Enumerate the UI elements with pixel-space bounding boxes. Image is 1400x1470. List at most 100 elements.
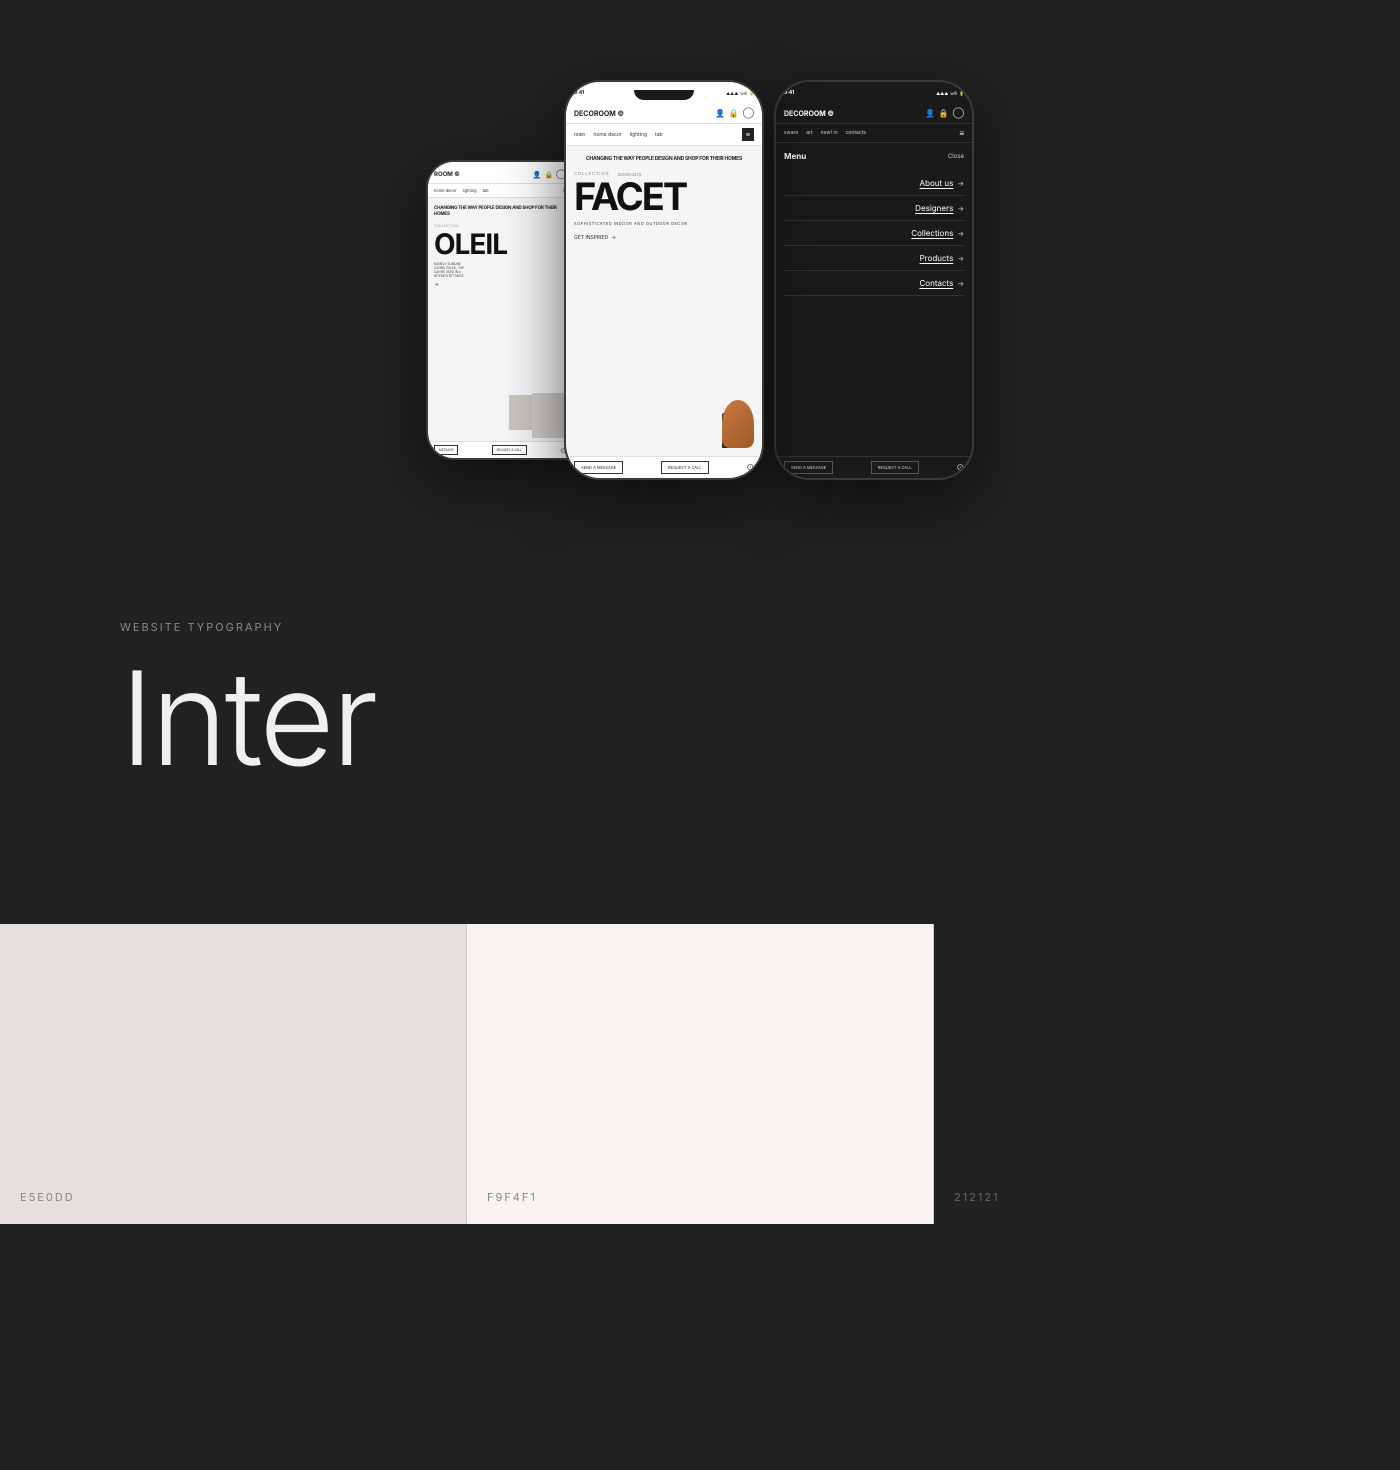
- phone-1-screen: ROOM © 👤 🔒 ◯ home decor lighting tab ≡: [428, 162, 572, 458]
- color-code-1: E5E0DD: [20, 1190, 75, 1204]
- phone-1-frame: ROOM © 👤 🔒 ◯ home decor lighting tab ≡: [426, 160, 574, 460]
- phones-section: ROOM © 👤 🔒 ◯ home decor lighting tab ≡: [0, 0, 1400, 540]
- p3-nav-contacts[interactable]: contacts: [846, 130, 866, 136]
- p2-sub-text: SOPHISTICATED INDOOR AND OUTDOOR DECOR: [574, 221, 754, 227]
- p3-contacts-arrow: →: [957, 279, 964, 288]
- p2-nav-home-decor[interactable]: home decor: [593, 132, 621, 138]
- p2-header-icons: 👤 🔒 ◯: [715, 108, 754, 118]
- color-code-3: 212121: [954, 1190, 1000, 1204]
- p2-footer: SEND A MESSAGE REQUEST A CALL ⊙: [566, 456, 762, 478]
- typography-section-label: WEBSITE TYPOGRAPHY: [120, 620, 1280, 634]
- p3-send-message-button[interactable]: SEND A MESSAGE: [784, 461, 833, 474]
- phone-3-screen: 9:41 ▲▲▲ wifi 🔋 DECOROOM © 👤 🔒 ◯: [776, 82, 972, 478]
- p1-product-img-1: [532, 393, 567, 438]
- p2-time: 9:41: [574, 90, 584, 96]
- p3-menu-item-products[interactable]: Products →: [784, 246, 964, 271]
- p2-share-icon[interactable]: ⊙: [746, 462, 754, 473]
- p3-status-icons: ▲▲▲ wifi 🔋: [936, 91, 964, 96]
- p1-header-icons: 👤 🔒 ◯: [533, 170, 566, 179]
- p3-header-icons: 👤 🔒 ◯: [925, 108, 964, 118]
- phone-1-wrapper: ROOM © 👤 🔒 ◯ home decor lighting tab ≡: [426, 160, 564, 480]
- p2-request-call-button[interactable]: REQUEST A CALL: [661, 461, 709, 474]
- p1-arrow[interactable]: →: [434, 282, 566, 288]
- p3-collections-arrow: →: [957, 229, 964, 238]
- p2-header: DECOROOM © 👤 🔒 ◯: [566, 98, 762, 124]
- p3-nav-new[interactable]: new! in: [821, 130, 838, 136]
- phone-2-notch: [634, 90, 694, 100]
- p2-hero-text: CHANGING THE WAY PEOPLE DESIGN AND SHOP …: [574, 156, 754, 163]
- p2-hamburger-icon[interactable]: ≡: [742, 128, 754, 141]
- p2-signal-icon: ▲▲▲: [726, 91, 738, 96]
- p3-battery-icon: 🔋: [959, 91, 964, 96]
- p3-nav-sware[interactable]: sware: [784, 130, 798, 136]
- p3-lock-icon: 🔒: [939, 108, 949, 118]
- p2-nav-main[interactable]: main: [574, 132, 585, 138]
- p1-header: ROOM © 👤 🔒 ◯: [428, 162, 572, 184]
- p2-hero: CHANGING THE WAY PEOPLE DESIGN AND SHOP …: [566, 146, 762, 247]
- p3-signal-icon: ▲▲▲: [936, 91, 948, 96]
- p1-nav-item-1[interactable]: home decor: [434, 188, 457, 193]
- p2-lock-icon: 🔒: [729, 108, 739, 118]
- p3-collections-label: Collections: [911, 228, 953, 238]
- p1-send-message-button[interactable]: MESSAGE: [434, 445, 458, 455]
- p3-designers-arrow: →: [957, 204, 964, 213]
- color-swatch-2: F9F4F1: [467, 924, 933, 1224]
- p1-desc: NAMELY SLIMLINELOVING SOLEIL, THECAN BE …: [434, 262, 566, 279]
- p3-request-call-button[interactable]: REQUEST A CALL: [871, 461, 919, 474]
- p2-send-message-button[interactable]: SEND A MESSAGE: [574, 461, 623, 474]
- p3-footer: SEND A MESSAGE REQUEST A CALL ⊙: [776, 456, 972, 478]
- color-code-2: F9F4F1: [487, 1190, 537, 1204]
- p3-user-icon: 👤: [925, 108, 935, 118]
- p2-user-icon: 👤: [715, 108, 725, 118]
- p3-menu-item-designers[interactable]: Designers →: [784, 196, 964, 221]
- p2-get-inspired-button[interactable]: GET INSPIRED →: [574, 235, 754, 241]
- p2-battery-icon: 🔋: [749, 91, 754, 96]
- p1-footer: MESSAGE REQUEST A CALL ⊙: [428, 441, 572, 458]
- p3-cart-icon: ◯: [953, 108, 964, 118]
- p1-user-icon: 👤: [533, 170, 542, 179]
- p1-collection-name: OLEIL: [434, 230, 566, 258]
- p3-products-arrow: →: [957, 254, 964, 263]
- p2-logo: DECOROOM ©: [574, 109, 624, 118]
- phone-3-wrapper: 9:41 ▲▲▲ wifi 🔋 DECOROOM © 👤 🔒 ◯: [764, 80, 974, 480]
- p3-menu-item-about[interactable]: About us →: [784, 171, 964, 196]
- p3-designers-label: Designers: [915, 203, 953, 213]
- color-swatch-1: E5E0DD: [0, 924, 466, 1224]
- p3-hamburger-icon[interactable]: ≡: [959, 128, 964, 138]
- p2-wifi-icon: wifi: [740, 91, 747, 96]
- p3-share-icon[interactable]: ⊙: [956, 462, 964, 473]
- p2-product-images: [684, 378, 754, 448]
- p3-nav-art[interactable]: art: [806, 130, 812, 136]
- p3-products-label: Products: [920, 253, 954, 263]
- p3-header: DECOROOM © 👤 🔒 ◯: [776, 98, 972, 124]
- p2-cart-icon: ◯: [743, 108, 754, 118]
- color-swatch-3: 212121: [934, 924, 1400, 1224]
- p2-status-icons: ▲▲▲ wifi 🔋: [726, 91, 754, 96]
- p3-menu-header: Menu Close: [784, 151, 964, 161]
- p3-close-button[interactable]: Close: [948, 153, 964, 160]
- palette-section: E5E0DD F9F4F1 212121: [0, 924, 1400, 1224]
- p3-wifi-icon: wifi: [950, 91, 957, 96]
- p1-request-call-button[interactable]: REQUEST A CALL: [492, 445, 527, 455]
- p2-nav-tab[interactable]: tab: [655, 132, 663, 138]
- p3-menu-item-contacts[interactable]: Contacts →: [784, 271, 964, 296]
- p2-copper-lamp: [722, 400, 754, 448]
- p3-menu-title: Menu: [784, 151, 806, 161]
- phone-2-wrapper: 9:41 ▲▲▲ wifi 🔋 DECOROOM © 👤 🔒 ◯: [564, 80, 764, 480]
- p3-contacts-label: Contacts: [919, 278, 953, 288]
- p1-nav-item-3[interactable]: tab: [483, 188, 489, 193]
- p3-time: 9:41: [784, 90, 794, 96]
- p2-collection-name: FACET: [574, 178, 754, 216]
- p3-about-label: About us: [920, 178, 954, 188]
- p3-about-arrow: →: [957, 179, 964, 188]
- p3-nav: sware art new! in contacts ≡: [776, 124, 972, 143]
- p1-lock-icon: 🔒: [545, 170, 554, 179]
- p2-nav: main home decor lighting tab ≡: [566, 124, 762, 146]
- p1-nav: home decor lighting tab ≡: [428, 184, 572, 198]
- phone-3-frame: 9:41 ▲▲▲ wifi 🔋 DECOROOM © 👤 🔒 ◯: [774, 80, 974, 480]
- p3-menu-item-collections[interactable]: Collections →: [784, 221, 964, 246]
- p1-nav-item-2[interactable]: lighting: [463, 188, 477, 193]
- p1-hero-text: CHANGING THE WAY PEOPLE DESIGN AND SHOP …: [434, 206, 566, 218]
- p3-logo: DECOROOM ©: [784, 109, 834, 118]
- p2-nav-lighting[interactable]: lighting: [630, 132, 647, 138]
